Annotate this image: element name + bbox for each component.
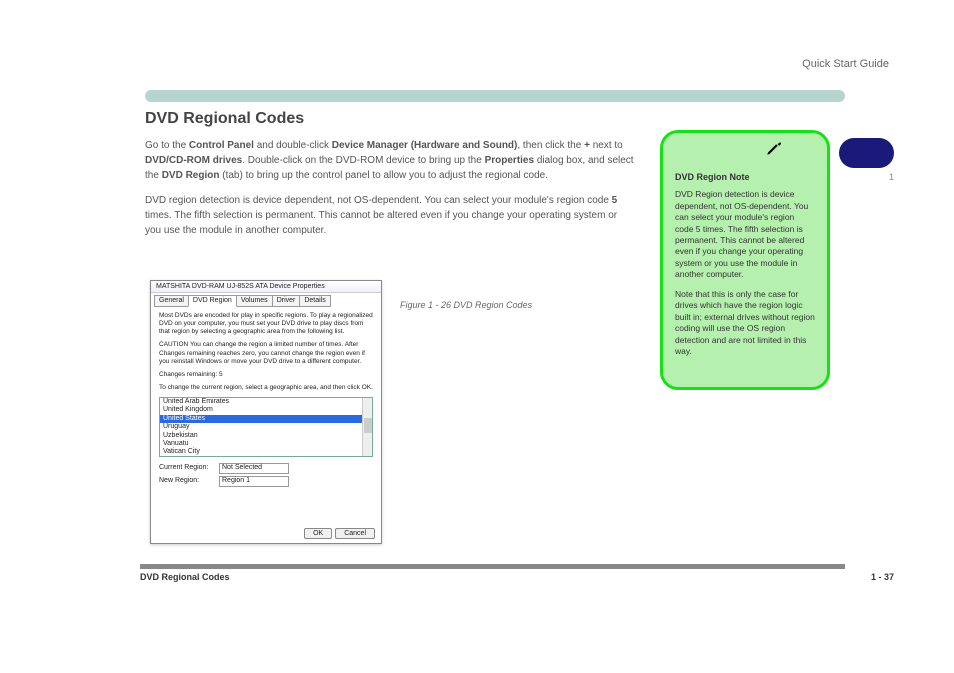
text: , then click the [517, 140, 584, 151]
list-item[interactable]: Vatican City [160, 448, 372, 456]
figure-caption: Figure 1 - 26 DVD Region Codes [400, 300, 600, 310]
dialog-instruction: To change the current region, select a g… [159, 384, 373, 392]
bold-text: DVD Region [162, 170, 220, 181]
list-item[interactable]: United Arab Emirates [160, 398, 372, 406]
scrollbar-thumb[interactable] [364, 418, 372, 433]
body-text: Go to the Control Panel and double-click… [145, 138, 635, 248]
dialog-remaining: Changes remaining: 5 [159, 371, 373, 379]
region-listbox[interactable]: United Arab Emirates United Kingdom Unit… [159, 397, 373, 457]
note-title: DVD Region Note [675, 171, 815, 183]
note-box: DVD Region Note DVD Region detection is … [660, 130, 830, 390]
tab-volumes[interactable]: Volumes [236, 295, 273, 307]
list-item[interactable]: United Kingdom [160, 406, 372, 414]
listbox-scrollbar[interactable] [362, 398, 372, 456]
section-title: DVD Regional Codes [145, 110, 645, 128]
ok-button[interactable]: OK [304, 528, 332, 539]
properties-dialog: MATSHITA DVD-RAM UJ-852S ATA Device Prop… [150, 280, 382, 544]
tab-details[interactable]: Details [299, 295, 330, 307]
list-item[interactable]: Uzbekistan [160, 432, 372, 440]
dialog-intro: Most DVDs are encoded for play in specif… [159, 312, 373, 336]
tab-driver[interactable]: Driver [272, 295, 301, 307]
new-region-value[interactable]: Region 1 [219, 476, 289, 487]
footer-chapter: DVD Regional Codes [140, 572, 230, 582]
list-item[interactable]: Uruguay [160, 423, 372, 431]
text: Go to the [145, 140, 189, 151]
list-item-selected[interactable]: United States [160, 415, 372, 423]
tab-general[interactable]: General [154, 295, 189, 307]
text: times. The fifth selection is permanent.… [145, 210, 617, 236]
section-number: 1 [834, 172, 894, 182]
footer-divider [140, 564, 845, 569]
bold-text: DVD/CD-ROM drives [145, 155, 242, 166]
chapter-badge: Quick Start Guide [802, 58, 889, 70]
note-para: DVD Region detection is device dependent… [675, 189, 815, 281]
dialog-body: Most DVDs are encoded for play in specif… [151, 307, 381, 494]
cancel-button[interactable]: Cancel [335, 528, 375, 539]
text: (tab) to bring up the control panel to a… [219, 170, 548, 181]
list-item[interactable]: Vanuatu [160, 440, 372, 448]
header-divider [145, 90, 845, 102]
text: and double-click [254, 140, 332, 151]
dialog-title: MATSHITA DVD-RAM UJ-852S ATA Device Prop… [151, 281, 381, 293]
dialog-caution: CAUTION You can change the region a limi… [159, 341, 373, 365]
current-region-label: Current Region: [159, 464, 219, 473]
bold-text: Control Panel [189, 140, 254, 151]
tab-dvd-region[interactable]: DVD Region [188, 295, 237, 307]
bold-text: 5 [612, 195, 618, 206]
pen-icon [765, 139, 783, 160]
bold-text: Device Manager (Hardware and Sound) [332, 140, 518, 151]
bold-text: Properties [485, 155, 534, 166]
new-region-label: New Region: [159, 477, 219, 486]
nav-pill [839, 138, 894, 168]
note-para: Note that this is only the case for driv… [675, 289, 815, 358]
current-region-value: Not Selected [219, 463, 289, 474]
text: . Double-click on the DVD-ROM device to … [242, 155, 484, 166]
text: DVD region detection is device dependent… [145, 195, 612, 206]
text: next to [590, 140, 623, 151]
tab-strip: General DVD Region Volumes Driver Detail… [154, 295, 378, 307]
footer-page: 1 - 37 [871, 572, 894, 582]
